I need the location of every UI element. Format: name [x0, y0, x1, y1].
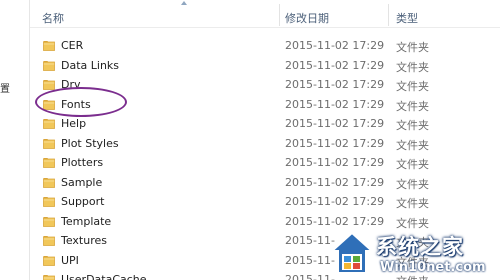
file-type: 文件夹: [396, 177, 429, 191]
file-type: 文件夹: [396, 41, 429, 54]
folder-icon: [43, 119, 55, 129]
file-type: 文件夹: [396, 197, 429, 210]
file-modified: 2015-11-02 17:29: [285, 117, 385, 130]
file-name[interactable]: UserDataCache: [61, 273, 147, 280]
folder-icon: [43, 41, 55, 51]
folder-icon: [43, 197, 55, 207]
folder-icon: [43, 80, 55, 90]
sort-up-icon: [181, 1, 187, 5]
file-name[interactable]: Sample: [61, 176, 102, 189]
table-row[interactable]: CER 2015-11-02 17:29 文件夹: [30, 36, 500, 56]
folder-icon: [43, 236, 55, 246]
file-modified: 2015-11-02 17:29: [285, 39, 385, 52]
file-name[interactable]: Data Links: [61, 59, 119, 72]
column-header-name[interactable]: 名称: [42, 10, 64, 26]
column-header-type[interactable]: 类型: [396, 10, 418, 26]
file-modified: 2015-11-02 17:29: [285, 78, 385, 91]
folder-icon: [43, 255, 55, 266]
table-row[interactable]: Sample 2015-11-02 17:29 文件夹: [30, 173, 500, 193]
column-header-bar: 名称 修改日期 类型: [30, 0, 500, 28]
file-modified: 2015-11-02 17:29: [285, 58, 385, 72]
folder-icon: [43, 275, 55, 280]
watermark-title: 系统之家: [376, 235, 464, 259]
file-type: 文件夹: [396, 138, 429, 152]
column-divider[interactable]: [279, 4, 280, 26]
file-name[interactable]: UPI: [61, 254, 79, 267]
file-modified: 2015-11-: [285, 234, 335, 247]
file-type: 文件夹: [396, 80, 429, 93]
folder-icon: [43, 216, 55, 227]
file-type: 文件夹: [396, 119, 429, 132]
table-row[interactable]: Plotters 2015-11-02 17:29 文件夹: [30, 153, 500, 173]
file-name[interactable]: CER: [61, 39, 83, 52]
file-type: 文件夹: [396, 158, 429, 171]
file-type: 文件夹: [396, 60, 429, 74]
file-modified: 2015-11-: [285, 273, 335, 280]
column-divider[interactable]: [388, 4, 389, 26]
file-modified: 2015-11-02 17:29: [285, 175, 385, 189]
file-type: 文件夹: [396, 99, 429, 113]
file-modified: 2015-11-02 17:29: [285, 195, 385, 208]
house-logo-icon: [330, 231, 374, 274]
file-name[interactable]: Help: [61, 117, 86, 130]
file-name[interactable]: Support: [61, 195, 104, 208]
column-header-modified[interactable]: 修改日期: [285, 10, 329, 26]
table-row[interactable]: Data Links 2015-11-02 17:29 文件夹: [30, 56, 500, 76]
folder-icon: [43, 158, 55, 168]
navigation-pane: 置: [0, 0, 30, 280]
file-modified: 2015-11-02 17:29: [285, 136, 385, 150]
table-row[interactable]: Plot Styles 2015-11-02 17:29 文件夹: [30, 134, 500, 154]
file-name[interactable]: Plot Styles: [61, 137, 119, 150]
file-modified: 2015-11-02 17:29: [285, 156, 385, 169]
file-modified: 2015-11-02 17:29: [285, 97, 385, 111]
file-name[interactable]: Template: [61, 215, 111, 228]
watermark: 系统之家 Win10net.com: [330, 226, 500, 280]
table-row[interactable]: Help 2015-11-02 17:29 文件夹: [30, 114, 500, 134]
file-name[interactable]: Textures: [61, 234, 107, 247]
table-row[interactable]: Support 2015-11-02 17:29 文件夹: [30, 192, 500, 212]
folder-icon: [43, 177, 55, 188]
highlight-ellipse: [35, 87, 127, 117]
folder-icon: [43, 138, 55, 149]
watermark-url: Win10net.com: [380, 260, 486, 275]
folder-icon: [43, 60, 55, 71]
nav-item-fragment[interactable]: 置: [0, 80, 10, 95]
file-name[interactable]: Plotters: [61, 156, 103, 169]
file-modified: 2015-11-: [285, 253, 335, 267]
